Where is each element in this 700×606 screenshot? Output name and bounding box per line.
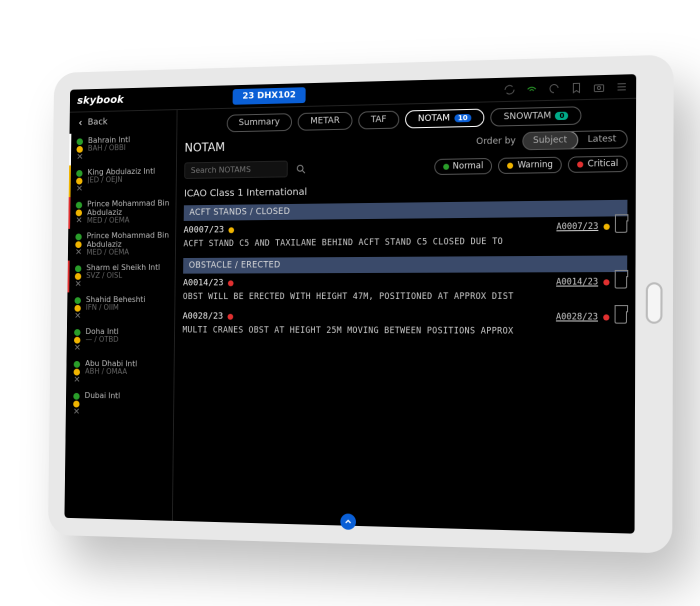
filter-normal[interactable]: Normal — [434, 157, 493, 174]
tab-summary[interactable]: Summary — [226, 113, 292, 132]
notam-ref[interactable]: A0014/23 — [556, 277, 598, 287]
filter-warning[interactable]: Warning — [498, 156, 562, 173]
tablet-frame: skybook 23 DHX102 Back ✕Bahrain IntlBAH … — [48, 55, 674, 554]
refresh-icon[interactable] — [548, 82, 560, 95]
sidebar-airport[interactable]: ✕Prince Mohammad Bin AbdulazizMED / OEMA — [68, 196, 175, 229]
expand-button[interactable] — [340, 513, 356, 530]
tab-badge: 0 — [555, 112, 568, 120]
bookmark-icon[interactable] — [615, 276, 627, 288]
section-heading: ICAO Class 1 International — [184, 182, 628, 199]
chevron-up-icon — [343, 517, 353, 527]
tab-taf[interactable]: TAF — [358, 111, 399, 130]
airport-code: SVZ / OISL — [86, 272, 160, 281]
status-icons — [503, 80, 627, 95]
notam-id: A0007/23 — [184, 225, 225, 235]
airport-name: Dubai Intl — [85, 391, 121, 400]
search-input[interactable] — [184, 161, 288, 179]
notam-item[interactable]: A0007/23A0007/23ACFT STAND C5 AND TAXILA… — [183, 220, 627, 250]
tab-notam[interactable]: NOTAM10 — [405, 109, 485, 129]
search-icon[interactable] — [295, 163, 307, 175]
sidebar: Back ✕Bahrain IntlBAH / OBBI✕King Abdula… — [64, 110, 177, 521]
airport-code: IFN / OIIM — [86, 304, 146, 312]
sidebar-airport[interactable]: ✕Abu Dhabi IntlABH / OMAA — [66, 356, 174, 389]
sidebar-airport[interactable]: ✕Shahid BeheshtiIFN / OIIM — [67, 292, 175, 324]
sidebar-airport[interactable]: ✕Dubai Intl — [66, 388, 174, 422]
order-subject[interactable]: Subject — [522, 131, 579, 150]
notam-ref[interactable]: A0028/23 — [556, 312, 598, 322]
notam-text: ACFT STAND C5 AND TAXILANE BEHIND ACFT S… — [183, 236, 627, 250]
notam-text: MULTI CRANES OBST AT HEIGHT 25M MOVING B… — [182, 326, 627, 339]
notam-id: A0028/23 — [183, 312, 224, 322]
sidebar-airport[interactable]: ✕Bahrain IntlBAH / OBBI — [69, 131, 176, 165]
camera-icon[interactable] — [593, 81, 605, 94]
airport-name: Prince Mohammad Bin Abdulaziz — [87, 231, 170, 249]
page-title: NOTAM — [184, 140, 225, 154]
order-latest[interactable]: Latest — [577, 131, 626, 148]
wifi-icon — [526, 82, 538, 94]
notam-item[interactable]: A0028/23 A0028/23 MULTI CRANES OBST AT HEI… — [182, 311, 627, 338]
tab-badge: 10 — [454, 114, 472, 122]
notam-item[interactable]: A0014/23 A0014/23 OBST WILL BE ERECTED WIT… — [183, 276, 627, 303]
order-by: Order by Subject Latest — [476, 130, 628, 151]
home-button[interactable] — [646, 282, 663, 324]
bookmark-icon[interactable] — [615, 311, 627, 323]
chevron-left-icon — [77, 119, 84, 127]
notam-category: ACFT STANDS / CLOSED — [184, 200, 628, 221]
sidebar-airport[interactable]: ✕Sharm el Sheikh IntlSVZ / OISL — [67, 260, 174, 292]
bookmark-icon[interactable] — [615, 220, 627, 232]
notam-list: ACFT STANDS / CLOSEDA0007/23A0007/23ACFT… — [182, 200, 627, 347]
notam-category: OBSTACLE / ERECTED — [183, 256, 627, 274]
bookmark-icon[interactable] — [570, 81, 582, 94]
tab-snowtam[interactable]: SNOWTAM0 — [491, 106, 582, 126]
settings-icon[interactable] — [615, 80, 627, 93]
order-segment[interactable]: Subject Latest — [522, 130, 628, 150]
severity-dot — [228, 314, 234, 320]
airport-name: Prince Mohammad Bin Abdulaziz — [87, 199, 170, 218]
airport-code: MED / OEMA — [87, 217, 170, 226]
main-panel: Summary METAR TAF NOTAM10 SNOWTAM0 NOTAM Ord… — [173, 99, 636, 534]
sidebar-airport[interactable]: ✕Doha Intl— / OTBD — [67, 324, 175, 357]
airport-code: ABH / OMAA — [85, 368, 137, 377]
airport-code: BAH / OBBI — [88, 144, 130, 153]
notam-ref[interactable]: A0007/23 — [556, 222, 598, 233]
notam-id: A0014/23 — [183, 278, 224, 288]
airport-code: — / OTBD — [85, 336, 118, 345]
order-label: Order by — [476, 136, 516, 147]
sidebar-airport[interactable]: ✕Prince Mohammad Bin AbdulazizMED / OEMA — [68, 228, 175, 261]
tabs: Summary METAR TAF NOTAM10 SNOWTAM0 — [185, 105, 628, 133]
filter-critical[interactable]: Critical — [568, 155, 627, 172]
back-label: Back — [88, 118, 108, 128]
app-screen: skybook 23 DHX102 Back ✕Bahrain IntlBAH … — [64, 74, 636, 534]
severity-dot — [228, 280, 234, 286]
flight-chip[interactable]: 23 DHX102 — [233, 87, 306, 105]
severity-filters: Normal Warning Critical — [434, 155, 628, 175]
severity-dot — [229, 227, 235, 233]
airport-code: JED / OEJN — [87, 176, 155, 185]
brand-logo: skybook — [77, 93, 124, 107]
airport-code: MED / OEMA — [86, 249, 169, 258]
back-button[interactable]: Back — [70, 110, 177, 134]
sidebar-airport[interactable]: ✕King Abdulaziz IntlJED / OEJN — [69, 164, 176, 198]
notam-text: OBST WILL BE ERECTED WITH HEIGHT 47M, PO… — [183, 292, 627, 303]
sync-icon[interactable] — [503, 83, 515, 95]
tab-metar[interactable]: METAR — [298, 112, 353, 131]
